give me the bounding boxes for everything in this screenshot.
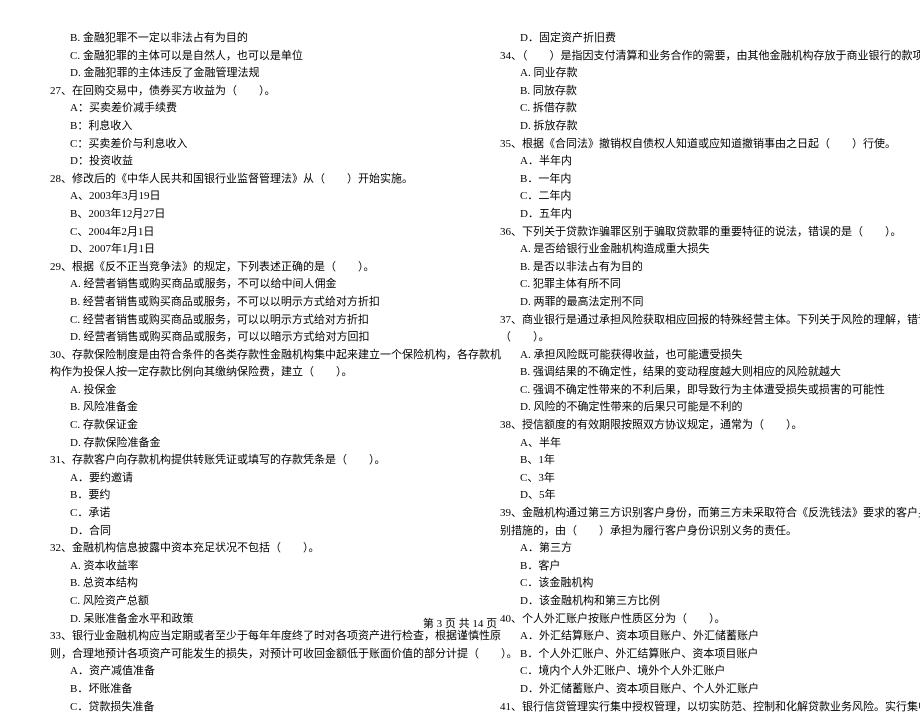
text-line: D．外汇储蓄账户、资本项目账户、个人外汇账户	[470, 681, 900, 699]
text-line: C. 强调不确定性带来的不利后果，即导致行为主体遭受损失或损害的可能性	[470, 382, 900, 400]
text-line: B、2003年12月27日	[20, 206, 450, 224]
text-line: 41、银行信贷管理实行集中授权管理，以切实防范、控制和化解贷款业务风险。实行集中…	[470, 699, 900, 716]
text-line: A：买卖差价减手续费	[20, 100, 450, 118]
text-line: D．五年内	[470, 206, 900, 224]
text-line: 则，合理地预计各项资产可能发生的损失，对预计可收回金额低于账面价值的部分计提（ …	[20, 646, 450, 664]
text-line: B．客户	[470, 558, 900, 576]
text-line: B、1年	[470, 452, 900, 470]
text-line: B. 金融犯罪不一定以非法占有为目的	[20, 30, 450, 48]
text-line: A．要约邀请	[20, 470, 450, 488]
text-line: A．第三方	[470, 540, 900, 558]
text-line: A、半年	[470, 435, 900, 453]
text-line: D. 拆放存款	[470, 118, 900, 136]
text-line: D. 两罪的最高法定刑不同	[470, 294, 900, 312]
text-line: A．半年内	[470, 153, 900, 171]
text-line: C. 金融犯罪的主体可以是自然人，也可以是单位	[20, 48, 450, 66]
text-line: B. 经营者销售或购买商品或服务，不可以以明示方式给对方折扣	[20, 294, 450, 312]
page-footer: 第 3 页 共 14 页	[0, 616, 920, 634]
text-line: 29、根据《反不正当竞争法》的规定，下列表述正确的是（ ）。	[20, 259, 450, 277]
text-line: D：投资收益	[20, 153, 450, 171]
text-line: 30、存款保险制度是由符合条件的各类存款性金融机构集中起来建立一个保险机构，各存…	[20, 347, 450, 365]
text-line: C．承诺	[20, 505, 450, 523]
text-line: C：买卖差价与利息收入	[20, 136, 450, 154]
text-line: B. 是否以非法占有为目的	[470, 259, 900, 277]
text-line: A. 投保金	[20, 382, 450, 400]
text-line: A．资产减值准备	[20, 663, 450, 681]
text-line: C．该金融机构	[470, 575, 900, 593]
text-line: D. 存款保险准备金	[20, 435, 450, 453]
text-line: 27、在回购交易中，债券买方收益为（ ）。	[20, 83, 450, 101]
text-line: C. 犯罪主体有所不同	[470, 276, 900, 294]
text-line: C．二年内	[470, 188, 900, 206]
text-line: B. 风险准备金	[20, 399, 450, 417]
text-line: B．一年内	[470, 171, 900, 189]
text-line: D、2007年1月1日	[20, 241, 450, 259]
text-line: B. 强调结果的不确定性，结果的变动程度越大则相应的风险就越大	[470, 364, 900, 382]
text-line: A. 承担风险既可能获得收益，也可能遭受损失	[470, 347, 900, 365]
text-line: 35、根据《合同法》撤销权自债权人知道或应知道撤销事由之日起（ ）行使。	[470, 136, 900, 154]
text-line: 32、金融机构信息披露中资本充足状况不包括（ ）。	[20, 540, 450, 558]
text-line: C、3年	[470, 470, 900, 488]
text-line: A、2003年3月19日	[20, 188, 450, 206]
text-line: B：利息收入	[20, 118, 450, 136]
text-line: （ ）。	[470, 329, 900, 347]
text-line: 28、修改后的《中华人民共和国银行业监督管理法》从（ ）开始实施。	[20, 171, 450, 189]
text-line: D. 金融犯罪的主体违反了金融管理法规	[20, 65, 450, 83]
text-line: A. 是否给银行业金融机构造成重大损失	[470, 241, 900, 259]
text-line: D．合同	[20, 523, 450, 541]
text-line: B．坏账准备	[20, 681, 450, 699]
text-line: C．境内个人外汇账户、境外个人外汇账户	[470, 663, 900, 681]
text-line: A. 资本收益率	[20, 558, 450, 576]
text-line: C．贷款损失准备	[20, 699, 450, 716]
text-line: D. 风险的不确定性带来的后果只可能是不利的	[470, 399, 900, 417]
text-line: 别措施的，由（ ）承担为履行客户身份识别义务的责任。	[470, 523, 900, 541]
text-line: B．个人外汇账户、外汇结算账户、资本项目账户	[470, 646, 900, 664]
text-line: B. 同放存款	[470, 83, 900, 101]
text-line: 31、存款客户向存款机构提供转账凭证或填写的存款凭条是（ ）。	[20, 452, 450, 470]
text-line: D．固定资产折旧费	[470, 30, 900, 48]
column-left: B. 金融犯罪不一定以非法占有为目的C. 金融犯罪的主体可以是自然人，也可以是单…	[20, 30, 450, 716]
text-line: C. 经营者销售或购买商品或服务，可以以明示方式给对方折扣	[20, 312, 450, 330]
text-line: A. 经营者销售或购买商品或服务，不可以给中间人佣金	[20, 276, 450, 294]
text-line: C. 拆借存款	[470, 100, 900, 118]
text-line: B．要约	[20, 487, 450, 505]
text-line: C. 存款保证金	[20, 417, 450, 435]
text-line: 39、金融机构通过第三方识别客户身份，而第三方未采取符合《反洗钱法》要求的客户身…	[470, 505, 900, 523]
text-line: D、5年	[470, 487, 900, 505]
text-line: 38、授信额度的有效期限按照双方协议规定，通常为（ ）。	[470, 417, 900, 435]
text-line: 34、（ ）是指因支付清算和业务合作的需要，由其他金融机构存放于商业银行的款项。	[470, 48, 900, 66]
text-line: 构作为投保人按一定存款比例向其缴纳保险费，建立（ ）。	[20, 364, 450, 382]
text-line: D. 经营者销售或购买商品或服务，可以以暗示方式给对方回扣	[20, 329, 450, 347]
text-line: A. 同业存款	[470, 65, 900, 83]
column-right: D．固定资产折旧费34、（ ）是指因支付清算和业务合作的需要，由其他金融机构存放…	[470, 30, 900, 716]
text-line: C. 风险资产总额	[20, 593, 450, 611]
text-line: 37、商业银行是通过承担风险获取相应回报的特殊经营主体。下列关于风险的理解，错误…	[470, 312, 900, 330]
text-line: D．该金融机构和第三方比例	[470, 593, 900, 611]
text-line: C、2004年2月1日	[20, 224, 450, 242]
text-line: 36、下列关于贷款诈骗罪区别于骗取贷款罪的重要特征的说法，错误的是（ ）。	[470, 224, 900, 242]
text-line: B. 总资本结构	[20, 575, 450, 593]
page-content: B. 金融犯罪不一定以非法占有为目的C. 金融犯罪的主体可以是自然人，也可以是单…	[0, 0, 920, 716]
